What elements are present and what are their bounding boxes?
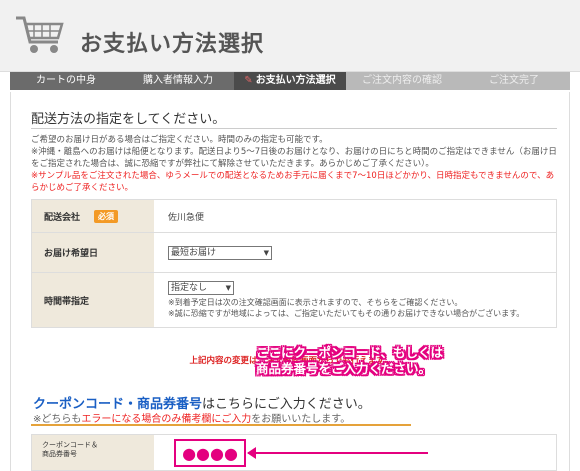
carrier-value: 佐川急便 — [154, 200, 556, 232]
section-title: 配送方法の指定をしてください。 — [31, 112, 226, 127]
chevron-down-icon: ▼ — [225, 284, 231, 292]
page-title: お支払い方法選択 — [80, 32, 265, 57]
step-payment-method: ✎ お支払い方法選択 — [234, 72, 346, 90]
carrier-row: 配送会社 必須 佐川急便 — [32, 200, 556, 233]
callout-line-2: 商品券番号をご入力ください。 — [256, 361, 432, 376]
checkout-steps: カートの中身 購入者情報入力 ✎ お支払い方法選択 ご注文内容の確認 ご注文完了 — [10, 72, 570, 90]
main-content: 配送方法の指定をしてください。 ご希望のお届け日がある場合はご指定ください。時間… — [10, 92, 570, 471]
time-note-2: ※誠に恐縮ですが地域によっては、ご指定いただいてもその通りお届けできない場合がご… — [168, 309, 525, 318]
delivery-date-value: 最短お届け — [171, 247, 217, 258]
date-row: お届け希望日 最短お届け ▼ — [32, 233, 556, 273]
divider — [31, 128, 557, 129]
time-note-1: ※到着予定日は次の注文確認画面に表示されますので、そちらをご確認ください。 — [168, 298, 463, 307]
carrier-label-cell: 配送会社 必須 — [32, 200, 154, 232]
delivery-date-select[interactable]: 最短お届け ▼ — [168, 245, 272, 260]
arrow-left-icon — [247, 447, 428, 459]
step-confirm: ご注文内容の確認 — [346, 72, 458, 90]
coupon-callout: ここにクーポンコード、もしくは 商品券番号をご入力ください。 — [256, 345, 506, 377]
callout-line-1: ここにクーポンコード、もしくは — [256, 345, 444, 360]
delivery-note: ご希望のお届け日がある場合はご指定ください。時間のみの指定も可能です。 — [31, 135, 328, 145]
step-cart: カートの中身 — [10, 72, 122, 90]
okinawa-note: ※沖縄・離島へのお届けは船便となります。配送日より5～7日後のお届けとなり、お届… — [31, 147, 557, 169]
step-complete: ご注文完了 — [458, 72, 570, 90]
sample-note: ※サンプル品をご注文された場合、ゆうメールでの配送となるためお手元に届くまで7～… — [31, 171, 555, 193]
coupon-subtitle: ※どちらもエラーになる場合のみ備考欄にご入力をお願いいたします。 — [33, 410, 350, 425]
coupon-label-text: クーポンコード＆ 商品券番号 — [42, 441, 98, 458]
delivery-time-value: 指定なし — [171, 283, 208, 293]
delivery-time-select[interactable]: 指定なし ▼ — [168, 281, 234, 295]
coupon-label: クーポンコード＆ 商品券番号 — [32, 435, 154, 470]
page-header: お支払い方法選択 — [0, 0, 580, 72]
step-payment-label: お支払い方法選択 — [255, 75, 336, 86]
date-label: お届け希望日 — [32, 233, 154, 272]
time-row: 時間帯指定 指定なし ▼ ※到着予定日は次の注文確認画面に表示されますので、そち… — [32, 273, 556, 327]
step-buyer-info: 購入者情報入力 — [122, 72, 234, 90]
time-label: 時間帯指定 — [32, 273, 154, 327]
time-cell: 指定なし ▼ ※到着予定日は次の注文確認画面に表示されますので、そちらをご確認く… — [154, 273, 556, 327]
pencil-icon: ✎ — [244, 75, 253, 86]
shopping-cart-icon — [16, 16, 64, 53]
chevron-down-icon: ▼ — [263, 248, 269, 257]
coupon-divider — [31, 424, 411, 426]
date-cell: 最短お届け ▼ — [154, 233, 556, 272]
carrier-label: 配送会社 — [44, 212, 81, 223]
coupon-table: クーポンコード＆ 商品券番号 ●●●● — [31, 434, 557, 471]
coupon-cell: ●●●● — [154, 435, 556, 470]
coupon-code-input[interactable]: ●●●● — [174, 439, 246, 467]
delivery-table: 配送会社 必須 佐川急便 お届け希望日 最短お届け ▼ 時間帯指定 指定なし ▼… — [31, 199, 557, 328]
required-badge: 必須 — [94, 209, 119, 223]
